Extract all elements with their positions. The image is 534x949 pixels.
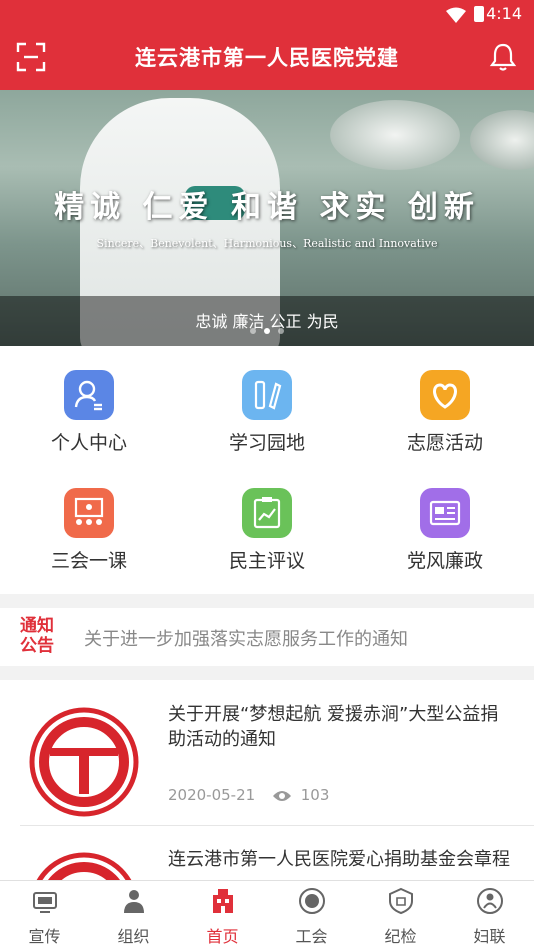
heart-icon [420, 370, 470, 420]
notice-tag-line: 通知 [20, 616, 54, 636]
grid-item-study[interactable]: 学习园地 [178, 346, 356, 464]
clipboard-chart-icon [242, 488, 292, 538]
tab-union[interactable]: 工会 [267, 887, 356, 947]
meeting-icon [64, 488, 114, 538]
grid-item-label: 学习园地 [228, 432, 305, 454]
banner-lamp [470, 110, 534, 170]
notice-tag: 通知 公告 [20, 616, 64, 656]
group-icon [123, 890, 144, 913]
home-building-icon [212, 889, 233, 913]
union-icon [298, 888, 325, 914]
tab-label: 纪检 [384, 927, 417, 946]
person-icon [64, 370, 114, 420]
tab-publicity[interactable]: 宣传 [0, 887, 89, 947]
status-time: 4:14 [486, 4, 522, 23]
carousel-dot[interactable] [250, 328, 256, 334]
notice-bar[interactable]: 通知 公告 关于进一步加强落实志愿服务工作的通知 [0, 608, 534, 666]
bell-icon[interactable] [488, 42, 518, 72]
bottom-nav: 宣传 组织 首页 工会 纪检 妇联 [0, 880, 534, 949]
tab-label: 组织 [117, 927, 150, 946]
tab-label: 妇联 [473, 927, 506, 946]
carousel-dot[interactable] [278, 328, 284, 334]
tab-label: 工会 [295, 927, 328, 946]
news-title: 关于开展“梦想起航 爱援赤涧”大型公益捐助活动的通知 [168, 704, 499, 750]
women-federation-icon [476, 888, 503, 914]
grid-item-label: 党风廉政 [406, 550, 483, 572]
grid-item-volunteer[interactable]: 志愿活动 [356, 346, 534, 464]
battery-icon [474, 6, 484, 22]
union-logo-icon [36, 852, 132, 880]
news-list: 关于开展“梦想起航 爱援赤涧”大型公益捐助活动的通知 2020-05-21 10… [0, 680, 534, 880]
news-title: 连云港市第一人民医院爱心捐助基金会章程 [168, 849, 510, 870]
grid-item-label: 志愿活动 [406, 432, 483, 454]
banner-lamp [330, 100, 460, 170]
grid-item-meeting[interactable]: 三会一课 [0, 464, 178, 582]
notice-tag-line: 公告 [20, 636, 54, 656]
wifi-icon [446, 7, 466, 23]
tab-home[interactable]: 首页 [178, 887, 267, 947]
tab-label: 首页 [206, 927, 239, 946]
grid-item-personal-center[interactable]: 个人中心 [0, 346, 178, 464]
carousel-dot[interactable] [264, 328, 270, 334]
banner-carousel[interactable]: 精诚 仁爱 和谐 求实 创新 Sincere、Benevolent、Harmon… [0, 90, 534, 346]
pencil-ruler-icon [242, 370, 292, 420]
news-views: 103 [300, 786, 330, 804]
newspaper-icon [420, 488, 470, 538]
grid-item-label: 个人中心 [50, 432, 127, 454]
feature-grid: 个人中心 学习园地 志愿活动 三会一课 民主评议 党风廉政 [0, 346, 534, 594]
news-item[interactable]: 关于开展“梦想起航 爱援赤涧”大型公益捐助活动的通知 2020-05-21 10… [0, 680, 534, 826]
status-bar: 4:14 [0, 0, 534, 30]
page-title: 连云港市第一人民医院党建 [135, 46, 399, 70]
news-date: 2020-05-21 [168, 786, 256, 804]
tab-organization[interactable]: 组织 [89, 887, 178, 947]
discipline-badge-icon [388, 887, 413, 915]
banner-slogan-en: Sincere、Benevolent、Harmonious、Realistic … [96, 237, 438, 250]
grid-item-evaluation[interactable]: 民主评议 [178, 464, 356, 582]
eye-icon [272, 790, 291, 801]
app-header: 4:14 连云港市第一人民医院党建 [0, 0, 534, 90]
carousel-indicator [0, 319, 534, 338]
banner-slogan: 精诚 仁爱 和谐 求实 创新 [54, 190, 480, 225]
union-logo-icon [29, 707, 139, 817]
news-item[interactable]: 连云港市第一人民医院爱心捐助基金会章程 [0, 825, 534, 880]
notice-text[interactable]: 关于进一步加强落实志愿服务工作的通知 [84, 625, 408, 651]
grid-item-integrity[interactable]: 党风廉政 [356, 464, 534, 582]
tv-icon [32, 892, 57, 913]
grid-item-label: 民主评议 [228, 550, 305, 572]
tab-women-federation[interactable]: 妇联 [445, 887, 534, 947]
news-meta: 2020-05-21 103 [168, 786, 329, 804]
tab-label: 宣传 [28, 927, 61, 946]
tab-discipline[interactable]: 纪检 [356, 887, 445, 947]
grid-item-label: 三会一课 [50, 550, 127, 572]
